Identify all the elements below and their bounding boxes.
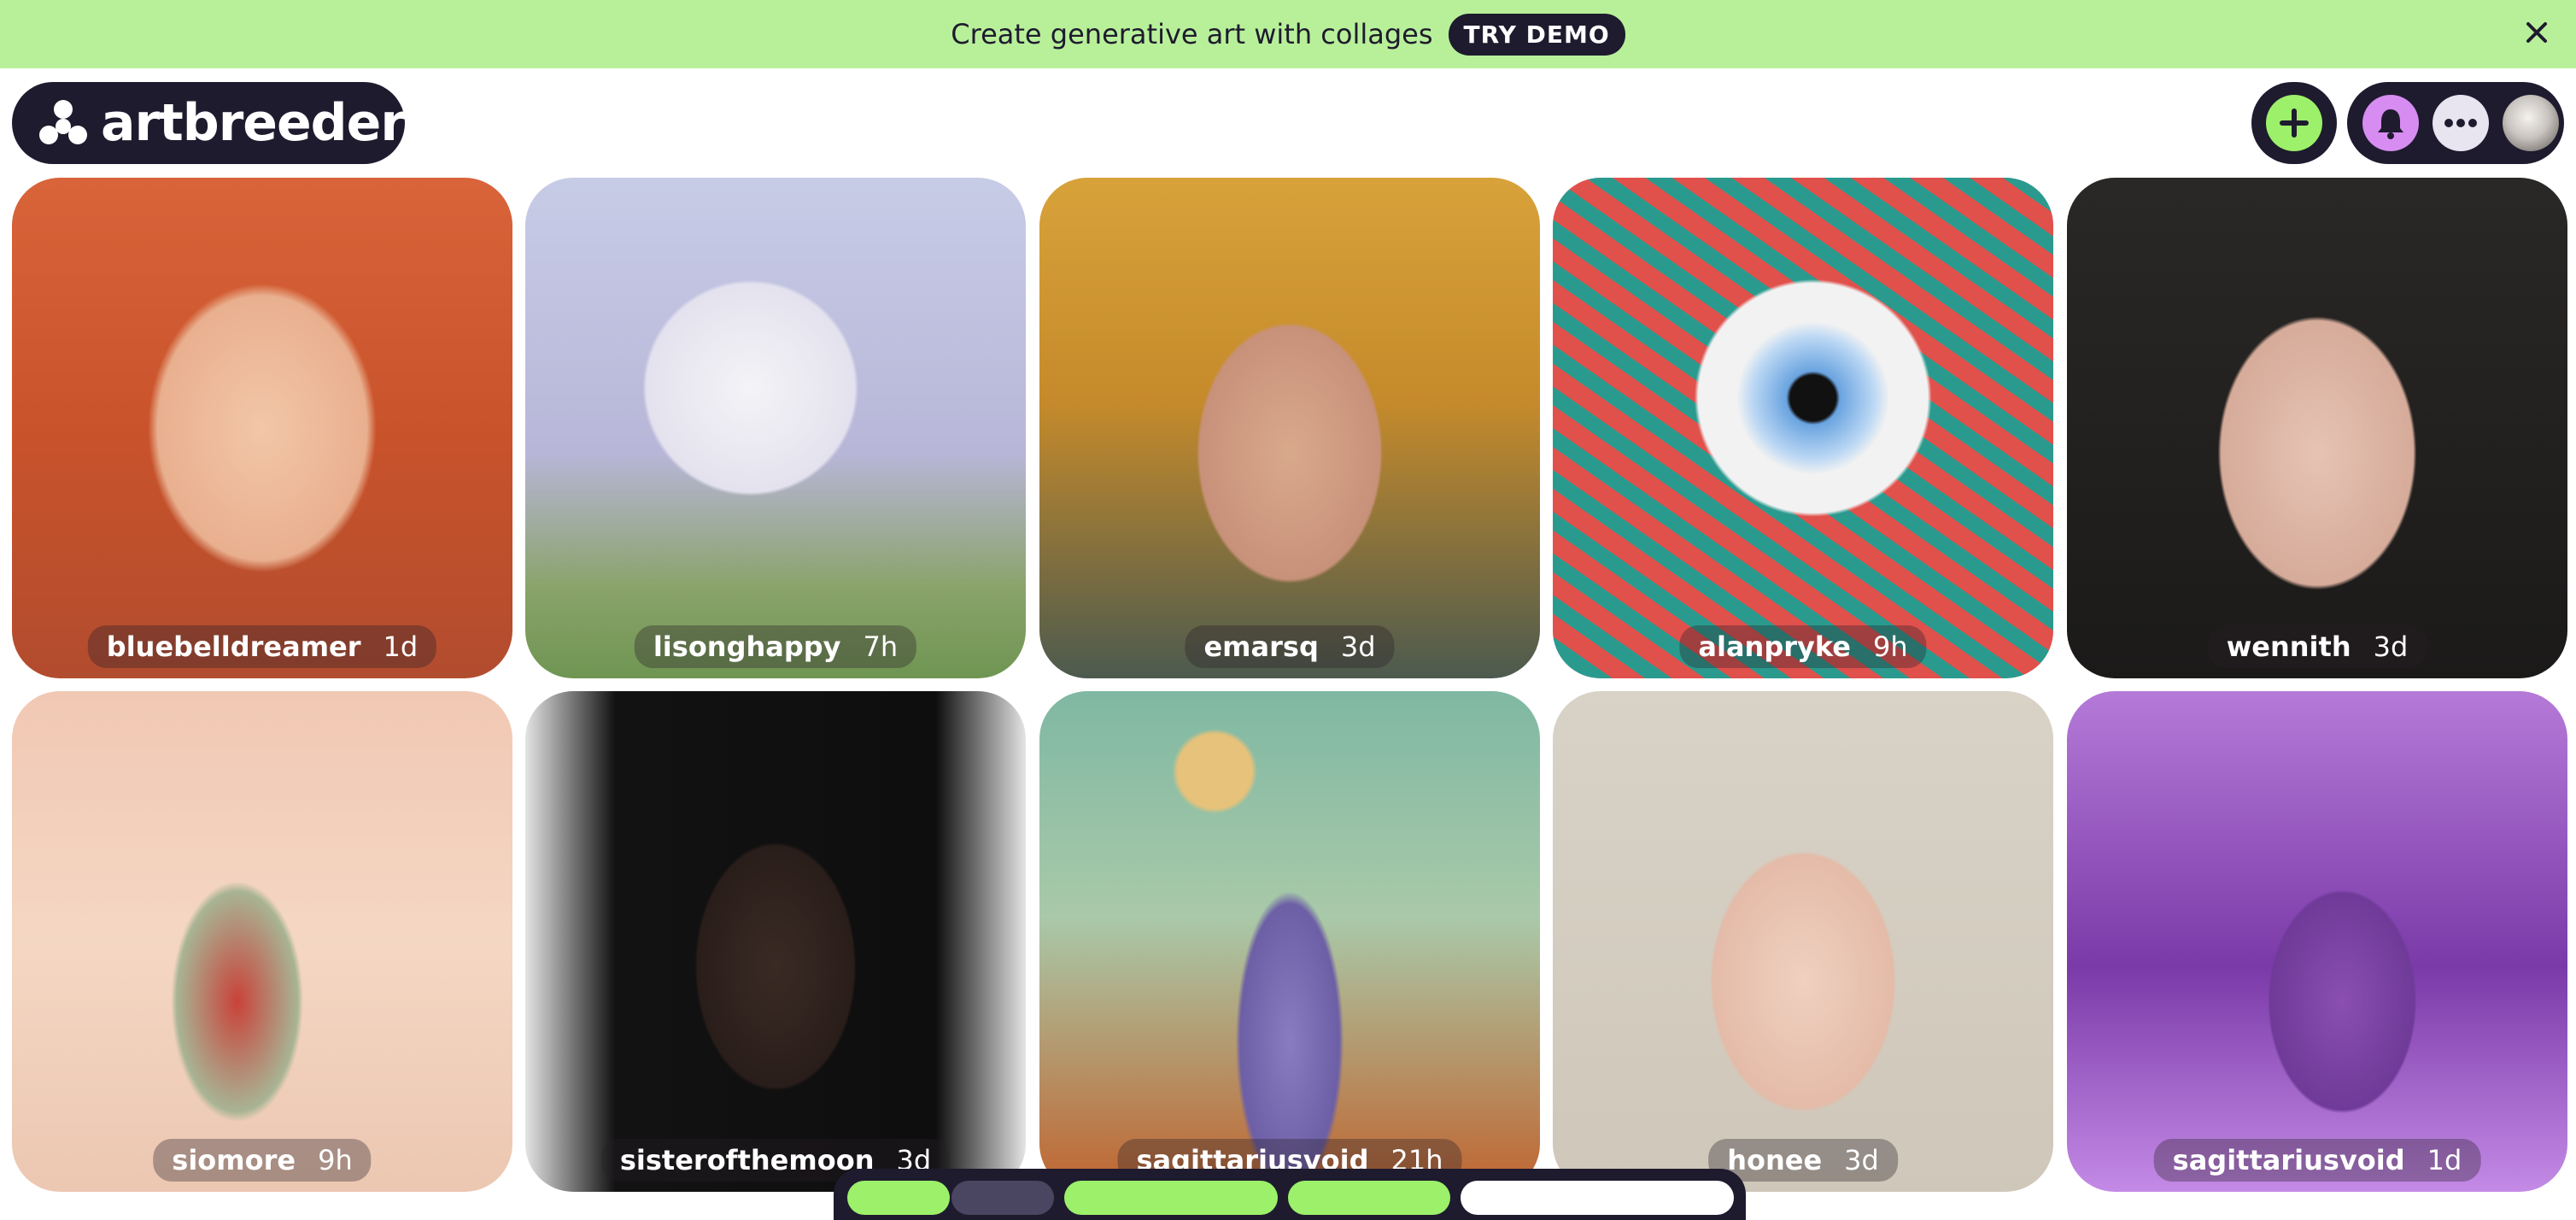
notifications-button[interactable] [2362,95,2419,151]
feed-card[interactable]: honee 3d [1553,691,2053,1192]
card-username[interactable]: emarsq [1203,631,1318,663]
tab-item[interactable] [1064,1181,1278,1215]
user-actions [2347,82,2564,164]
card-username[interactable]: bluebelldreamer [107,631,361,663]
artwork-image [1039,691,1540,1192]
logo-home-link[interactable]: artbreeder [12,82,406,164]
feed-card[interactable]: siomore 9h [12,691,512,1192]
card-username[interactable]: honee [1727,1144,1822,1176]
user-avatar[interactable] [2503,95,2559,151]
search-input[interactable] [1461,1181,1734,1215]
artwork-image [525,691,1026,1192]
card-username[interactable]: sagittariusvoid [2173,1144,2405,1176]
create-button[interactable] [2266,95,2322,151]
artwork-image [1553,691,2053,1192]
card-time: 9h [1872,631,1908,663]
try-demo-button[interactable]: TRY DEMO [1448,13,1625,56]
create-pill [2251,82,2337,164]
feed-card[interactable]: sagittariusvoid 1d [2067,691,2567,1192]
more-button[interactable] [2433,95,2489,151]
card-label: lisonghappy 7h [634,625,917,668]
artwork-image [2067,178,2567,678]
bottom-tab-bar [834,1169,1746,1220]
card-label: bluebelldreamer 1d [87,625,437,668]
feed-card[interactable]: lisonghappy 7h [525,178,1026,678]
artwork-image [12,691,512,1192]
banner-text: Create generative art with collages [951,18,1433,50]
feed-card[interactable]: alanpryke 9h [1553,178,2053,678]
feed-card[interactable]: emarsq 3d [1039,178,1540,678]
card-time: 3d [1844,1144,1879,1176]
plus-icon [2280,109,2309,138]
card-username[interactable]: siomore [172,1144,296,1176]
tab-item[interactable] [847,1181,950,1215]
artwork-image [1553,178,2053,678]
more-icon [2444,119,2477,127]
card-label: sagittariusvoid 1d [2153,1139,2481,1182]
card-username[interactable]: sisterofthemoon [620,1144,875,1176]
feed-card[interactable]: sisterofthemoon 3d [525,691,1026,1192]
tab-item[interactable] [951,1181,1054,1215]
tab-item[interactable] [1288,1181,1450,1215]
feed-card[interactable]: sagittariusvoid 21h [1039,691,1540,1192]
card-time: 1d [383,631,419,663]
card-label: siomore 9h [153,1139,372,1182]
feed-card[interactable]: wennith 3d [2067,178,2567,678]
card-username[interactable]: alanpryke [1698,631,1851,663]
feed-card[interactable]: bluebelldreamer 1d [12,178,512,678]
card-time: 7h [863,631,899,663]
artwork-image [12,178,512,678]
card-time: 1d [2427,1144,2462,1176]
logo-text: artbreeder [101,93,406,153]
card-label: alanpryke 9h [1679,625,1927,668]
bell-icon [2378,109,2403,139]
artbreeder-logo-icon [39,100,87,144]
card-label: emarsq 3d [1185,625,1395,668]
artwork-image [2067,691,2567,1192]
card-username[interactable]: lisonghappy [653,631,841,663]
artwork-image [525,178,1026,678]
card-username[interactable]: wennith [2227,631,2351,663]
promo-banner: Create generative art with collages TRY … [0,0,2576,68]
card-time: 9h [318,1144,353,1176]
card-time: 3d [2373,631,2409,663]
close-icon[interactable] [2520,15,2554,50]
artwork-image [1039,178,1540,678]
card-time: 3d [1340,631,1376,663]
card-label: wennith 3d [2207,625,2427,668]
